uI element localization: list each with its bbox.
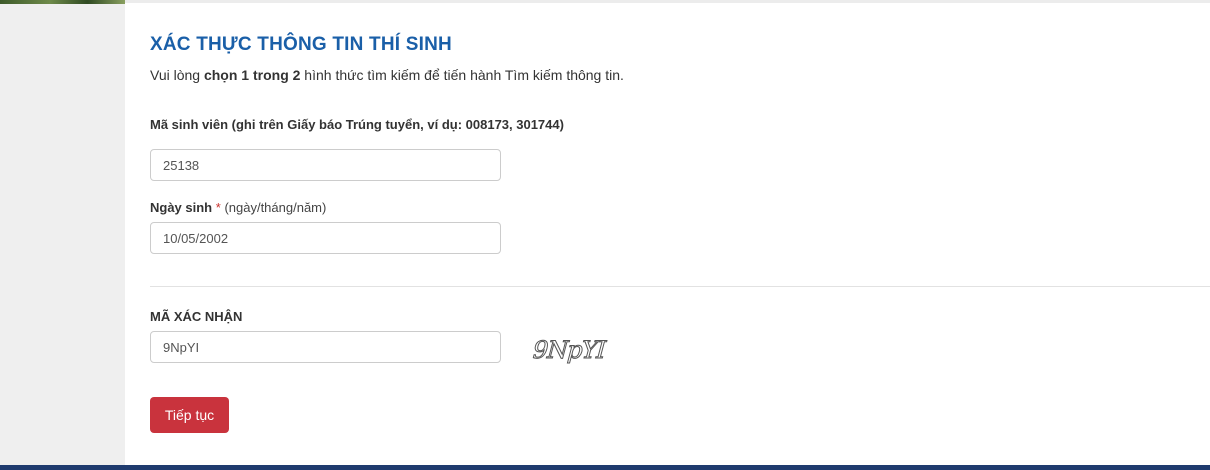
student-id-input[interactable] — [150, 149, 501, 181]
captcha-label: MÃ XÁC NHẬN — [150, 309, 243, 324]
intro-prefix: Vui lòng — [150, 67, 204, 83]
student-id-label: Mã sinh viên (ghi trên Giấy báo Trúng tu… — [150, 117, 564, 132]
captcha-input[interactable] — [150, 331, 501, 363]
captcha-image: 9NpYI — [532, 336, 607, 365]
section-divider — [150, 286, 1210, 287]
page: XÁC THỰC THÔNG TIN THÍ SINH Vui lòng chọ… — [0, 0, 1210, 470]
birth-date-label-text: Ngày sinh — [150, 200, 213, 215]
continue-button[interactable]: Tiếp tục — [150, 397, 229, 433]
required-asterisk: * — [215, 200, 221, 215]
page-title: XÁC THỰC THÔNG TIN THÍ SINH — [150, 34, 452, 55]
birth-date-label: Ngày sinh * (ngày/tháng/năm) — [150, 200, 326, 215]
intro-text: Vui lòng chọn 1 trong 2 hình thức tìm ki… — [150, 67, 624, 83]
birth-date-hint: (ngày/tháng/năm) — [224, 200, 327, 215]
verification-form-card: XÁC THỰC THÔNG TIN THÍ SINH Vui lòng chọ… — [125, 3, 1210, 465]
birth-date-input[interactable] — [150, 222, 501, 254]
intro-suffix: hình thức tìm kiếm để tiến hành Tìm kiếm… — [300, 67, 624, 83]
left-sidebar-strip — [0, 0, 125, 470]
intro-bold: chọn 1 trong 2 — [203, 67, 301, 83]
bottom-bar — [0, 465, 1210, 470]
header-image-fragment — [0, 0, 125, 4]
